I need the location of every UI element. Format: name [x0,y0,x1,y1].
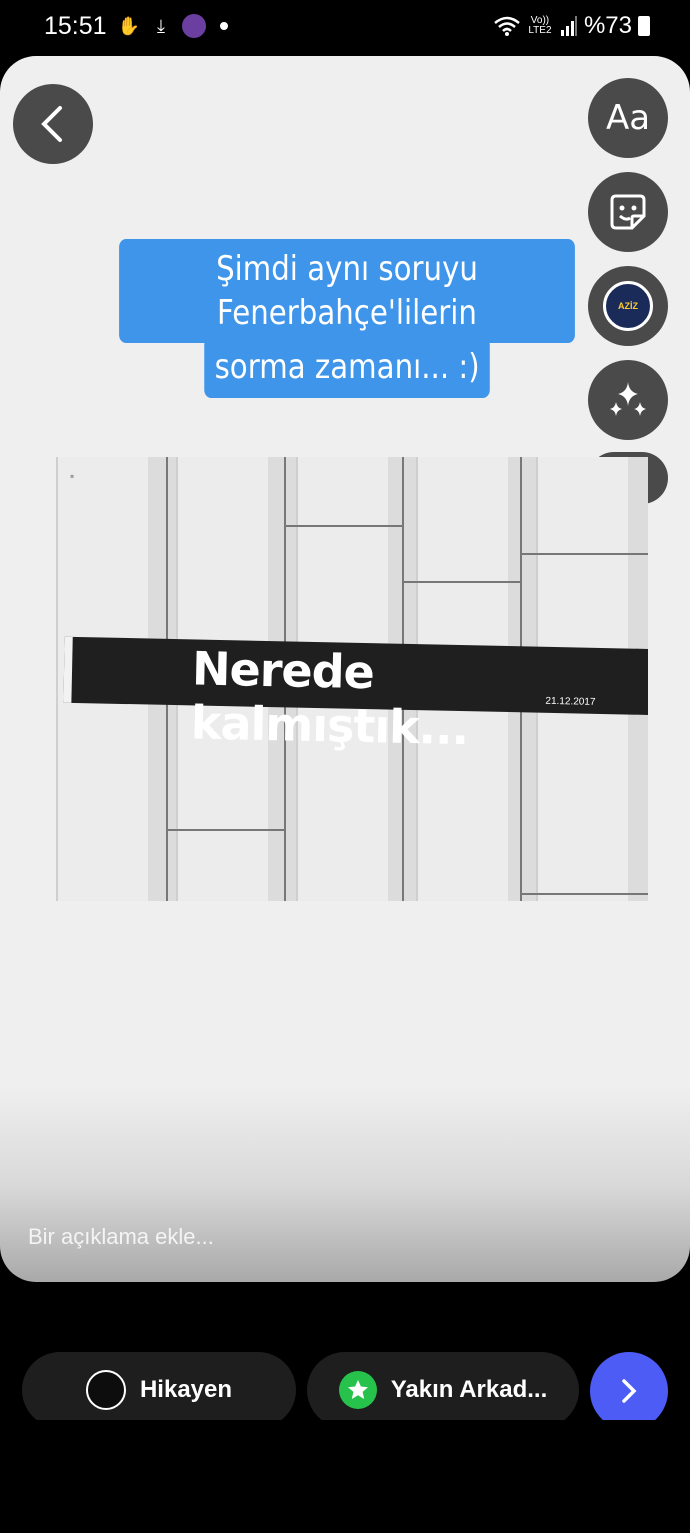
avatar [85,1370,126,1410]
sparkles-icon [610,382,646,416]
chevron-left-icon [41,106,62,142]
story-photo[interactable]: ▪ Nerede kalmıştık... 21.12.2017 [56,457,648,901]
close-friends-button[interactable]: Yakın Arkad... [307,1352,579,1428]
network-type: Vo)) LTE2 [528,15,552,36]
status-indicators: Vo)) LTE2 %73 [494,12,650,40]
battery-percent: %73 [583,12,632,39]
more-notifications-dot-icon [220,22,228,30]
wifi-icon [494,16,520,36]
chevron-right-icon [622,1379,637,1403]
close-friends-label: Yakın Arkad... [390,1376,548,1403]
download-icon: ⤓ [157,15,165,36]
back-button[interactable] [13,84,93,164]
signal-icon [560,16,577,36]
next-button[interactable] [590,1352,668,1430]
floor-seam [168,829,284,831]
bottom-area [0,1420,690,1533]
scarf: Nerede kalmıştık... 21.12.2017 [63,636,648,755]
caption-text-sticker[interactable]: Şimdi aynı soruyu Fenerbahçe'lilerin sor… [82,239,612,398]
caption-line-2: sorma zamanı... :) [204,337,490,398]
photo-watermark: ▪ [70,469,75,483]
text-tool-button[interactable]: Aa [588,78,668,158]
floor-seam [522,893,648,895]
share-story-label: Hikayen [139,1376,233,1403]
app-notification-icon [182,14,206,38]
caption-line-1: Şimdi aynı soruyu Fenerbahçe'lilerin [119,239,575,344]
share-to-story-button[interactable]: Hikayen [22,1352,296,1428]
status-notifications: ✋ ⤓ [118,14,228,38]
status-time: 15:51 [44,12,107,40]
star-icon [338,1371,377,1409]
battery-icon [638,16,650,36]
floor-seam [404,581,520,583]
description-input[interactable]: Bir açıklama ekle... [28,1224,214,1250]
floor-seam [286,525,402,527]
story-editor-canvas[interactable]: Aa AZİZ Şimdi aynı soruyu Fenerbahçe'lil… [0,56,690,1282]
avatar-sticker-text: AZİZ [618,301,638,311]
sticker-icon [610,194,646,230]
floor-seam [522,553,648,555]
notification-app-icon: ✋ [117,15,141,36]
status-bar: 15:51 ✋ ⤓ Vo)) LTE2 %73 [0,0,690,56]
scarf-date: 21.12.2017 [545,695,596,708]
